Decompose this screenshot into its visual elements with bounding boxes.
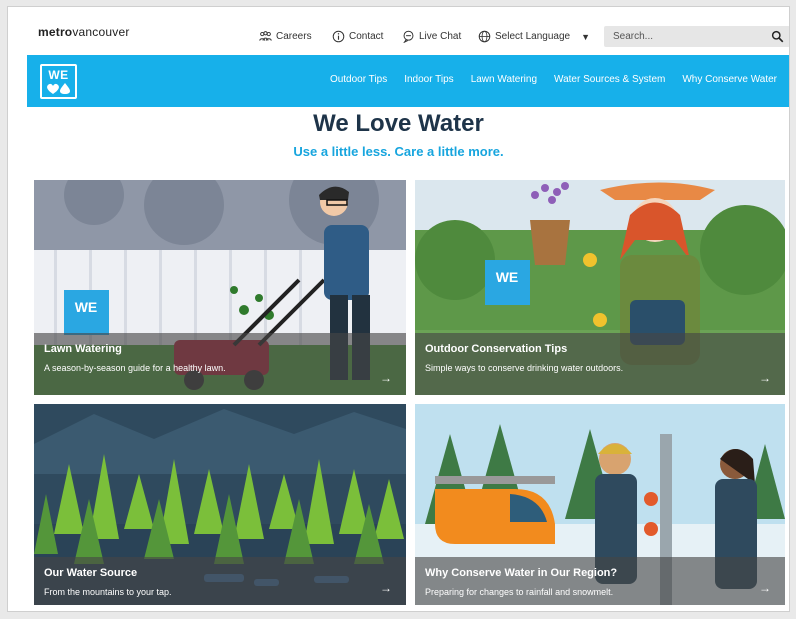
card-title: Why Conserve Water in Our Region? — [425, 567, 618, 579]
card-title: Outdoor Conservation Tips — [425, 343, 568, 355]
arrow-right-icon[interactable]: → — [380, 371, 392, 385]
live-chat-link[interactable]: Live Chat — [402, 30, 461, 43]
nav-outdoor-tips[interactable]: Outdoor Tips — [330, 74, 387, 85]
nav-water-sources[interactable]: Water Sources & System — [554, 74, 665, 85]
chat-icon — [403, 30, 414, 43]
heart-drop-icon — [46, 83, 70, 94]
card-our-water-source[interactable]: Our Water Source From the mountains to y… — [34, 404, 406, 605]
nav-lawn-watering[interactable]: Lawn Watering — [471, 74, 537, 85]
language-select[interactable]: Select Language ▼ — [478, 30, 590, 43]
nav-why-conserve[interactable]: Why Conserve Water — [682, 74, 777, 85]
metro-vancouver-logo[interactable]: metrovancouver — [38, 25, 130, 39]
arrow-right-icon[interactable]: → — [380, 581, 392, 595]
card-description: A season-by-season guide for a healthy l… — [44, 363, 226, 373]
card-why-conserve-water[interactable]: Why Conserve Water in Our Region? Prepar… — [415, 404, 785, 605]
card-title: Lawn Watering — [44, 343, 122, 355]
main-nav: WE Outdoor Tips Indoor Tips Lawn Waterin… — [27, 55, 789, 107]
arrow-right-icon[interactable]: → — [759, 371, 771, 385]
page-subtitle: Use a little less. Care a little more. — [293, 144, 504, 159]
nav-indoor-tips[interactable]: Indoor Tips — [404, 74, 453, 85]
card-description: Simple ways to conserve drinking water o… — [425, 363, 624, 373]
careers-link[interactable]: Careers — [259, 30, 312, 43]
card-description: From the mountains to your tap. — [44, 587, 172, 597]
we-love-water-logo[interactable]: WE — [40, 64, 77, 99]
page-title: We Love Water — [313, 110, 484, 137]
people-icon — [259, 31, 272, 41]
card-title: Our Water Source — [44, 567, 138, 579]
card-lawn-watering[interactable]: WE Lawn Watering A season-by-season guid… — [34, 180, 406, 395]
card-caption: Outdoor Conservation Tips Simple ways to… — [415, 333, 785, 395]
card-caption: Lawn Watering A season-by-season guide f… — [34, 333, 406, 395]
contact-link[interactable]: Contact — [332, 30, 383, 43]
search-icon[interactable] — [771, 30, 784, 43]
search-box[interactable] — [604, 26, 789, 47]
card-caption: Our Water Source From the mountains to y… — [34, 557, 406, 605]
info-icon — [332, 30, 345, 43]
page-frame: metrovancouver Careers Contact Live Chat… — [7, 6, 790, 612]
nav-links: Outdoor Tips Indoor Tips Lawn Watering W… — [330, 74, 777, 85]
svg-text:WE: WE — [496, 269, 519, 285]
svg-text:WE: WE — [75, 299, 98, 315]
globe-icon — [478, 30, 491, 43]
chevron-down-icon: ▼ — [581, 31, 590, 42]
search-input[interactable] — [604, 31, 764, 42]
card-caption: Why Conserve Water in Our Region? Prepar… — [415, 557, 785, 605]
utility-bar: metrovancouver Careers Contact Live Chat… — [8, 7, 789, 55]
card-description: Preparing for changes to rainfall and sn… — [425, 587, 614, 597]
arrow-right-icon[interactable]: → — [759, 581, 771, 595]
card-outdoor-conservation[interactable]: WE Outdoor Conservation Tips Simple ways… — [415, 180, 785, 395]
